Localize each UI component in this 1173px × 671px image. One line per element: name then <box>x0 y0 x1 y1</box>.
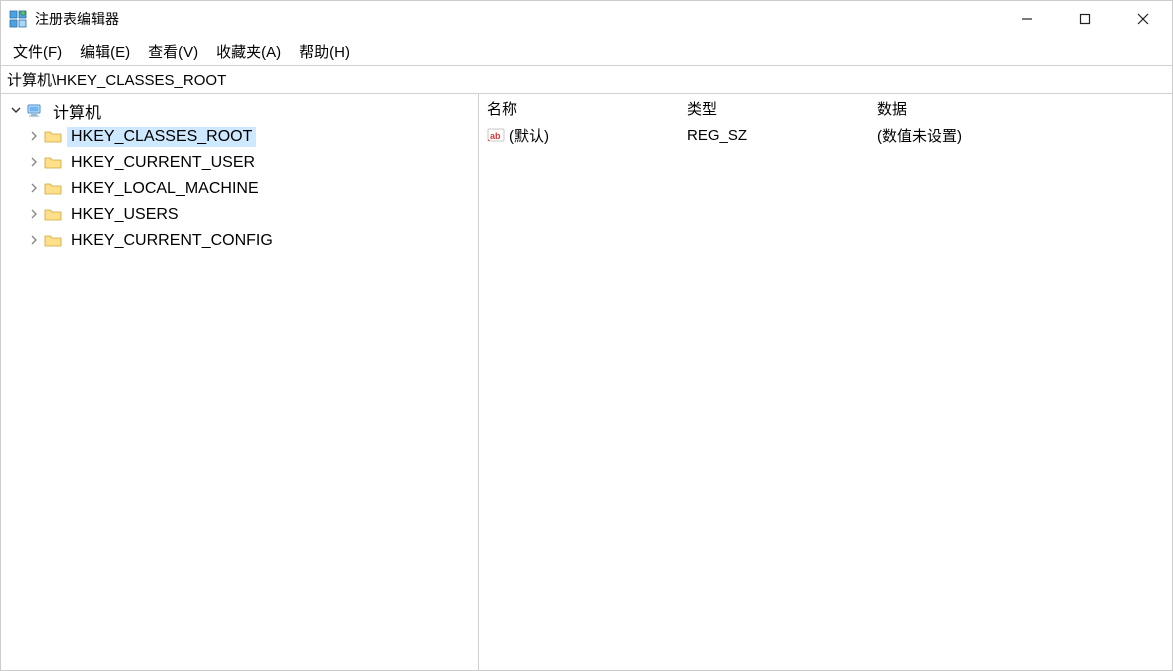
tree-item-label: HKEY_LOCAL_MACHINE <box>67 179 263 199</box>
address-path: 计算机\HKEY_CLASSES_ROOT <box>7 72 226 89</box>
titlebar: 注册表编辑器 <box>1 1 1172 37</box>
minimize-button[interactable] <box>998 1 1056 37</box>
tree-item-hklm[interactable]: HKEY_LOCAL_MACHINE <box>1 176 478 202</box>
value-type: REG_SZ <box>679 125 869 146</box>
svg-text:ab: ab <box>490 131 501 141</box>
column-header-name[interactable]: 名称 <box>479 94 679 123</box>
chevron-down-icon[interactable] <box>7 104 25 118</box>
menu-help[interactable]: 帮助(H) <box>291 39 358 64</box>
close-button[interactable] <box>1114 1 1172 37</box>
content-area: 计算机 HKEY_CLASSES_ROOT HKEY_CURRENT_USER <box>1 94 1172 670</box>
chevron-right-icon[interactable] <box>25 208 43 222</box>
tree-item-hkcr[interactable]: HKEY_CLASSES_ROOT <box>1 124 478 150</box>
menubar: 文件(F) 编辑(E) 查看(V) 收藏夹(A) 帮助(H) <box>1 37 1172 65</box>
tree-root[interactable]: 计算机 <box>1 98 478 124</box>
addressbar[interactable]: 计算机\HKEY_CLASSES_ROOT <box>1 65 1172 94</box>
tree-item-hku[interactable]: HKEY_USERS <box>1 202 478 228</box>
tree-item-label: HKEY_USERS <box>67 205 183 225</box>
menu-view[interactable]: 查看(V) <box>140 39 206 64</box>
folder-icon <box>43 128 63 146</box>
regedit-icon <box>9 10 27 28</box>
chevron-right-icon[interactable] <box>25 156 43 170</box>
tree-item-hkcc[interactable]: HKEY_CURRENT_CONFIG <box>1 228 478 254</box>
maximize-button[interactable] <box>1056 1 1114 37</box>
tree-pane[interactable]: 计算机 HKEY_CLASSES_ROOT HKEY_CURRENT_USER <box>1 94 479 670</box>
tree-item-label: HKEY_CLASSES_ROOT <box>67 127 256 147</box>
folder-icon <box>43 206 63 224</box>
chevron-right-icon[interactable] <box>25 182 43 196</box>
list-row[interactable]: ab (默认) REG_SZ (数值未设置) <box>479 122 1172 148</box>
folder-icon <box>43 232 63 250</box>
tree-item-label: HKEY_CURRENT_USER <box>67 153 259 173</box>
column-header-data[interactable]: 数据 <box>869 94 1172 123</box>
folder-icon <box>43 154 63 172</box>
column-header-type[interactable]: 类型 <box>679 94 869 123</box>
window-controls <box>998 1 1172 37</box>
string-value-icon: ab <box>487 127 505 143</box>
chevron-right-icon[interactable] <box>25 130 43 144</box>
value-name: (默认) <box>509 125 549 146</box>
value-data: (数值未设置) <box>869 123 1172 148</box>
menu-edit[interactable]: 编辑(E) <box>72 39 138 64</box>
tree-item-hkcu[interactable]: HKEY_CURRENT_USER <box>1 150 478 176</box>
computer-icon <box>25 102 45 120</box>
tree-root-label: 计算机 <box>49 98 105 124</box>
list-header: 名称 类型 数据 <box>479 94 1172 122</box>
tree-item-label: HKEY_CURRENT_CONFIG <box>67 231 277 251</box>
list-pane[interactable]: 名称 类型 数据 ab (默认) REG_SZ (数值未设置) <box>479 94 1172 670</box>
chevron-right-icon[interactable] <box>25 234 43 248</box>
menu-favorites[interactable]: 收藏夹(A) <box>208 39 289 64</box>
folder-icon <box>43 180 63 198</box>
menu-file[interactable]: 文件(F) <box>5 39 70 64</box>
window-title: 注册表编辑器 <box>35 9 119 29</box>
